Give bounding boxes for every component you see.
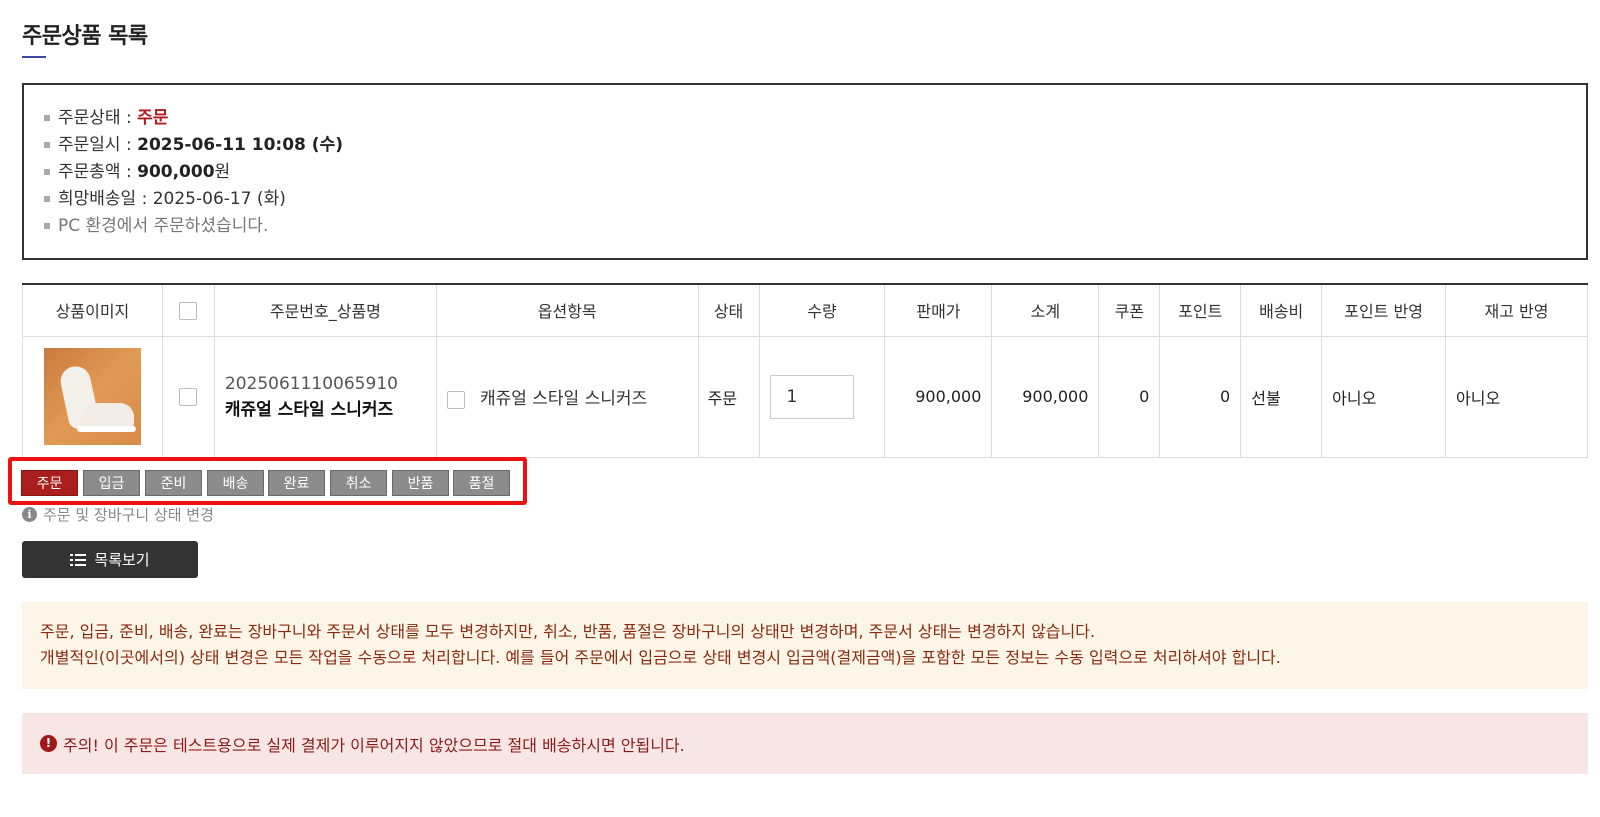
title-underline: [22, 56, 46, 58]
order-total-value: 900,000: [137, 162, 215, 182]
order-env-note: PC 환경에서 주문하셨습니다.: [42, 213, 1568, 240]
status-cell: 주문: [697, 335, 760, 458]
delivery-date-line: 희망배송일 : 2025-06-17 (화): [42, 186, 1568, 213]
table-row: 2025061110065910 캐쥬얼 스타일 스니커즈 캐쥬얼 스타일 스니…: [22, 335, 1588, 458]
hint-text: 주문 및 장바구니 상태 변경: [43, 506, 214, 524]
option-checkbox[interactable]: [446, 390, 465, 409]
price-cell: 900,000: [884, 335, 993, 458]
status-button-return[interactable]: 반품: [392, 470, 449, 496]
header-quantity: 수량: [758, 284, 886, 337]
select-all-checkbox[interactable]: [179, 302, 198, 320]
status-button-order[interactable]: 주문: [21, 470, 78, 496]
warning-text: 주의! 이 주문은 테스트용으로 실제 결제가 이루어지지 않았으므로 절대 배…: [63, 735, 685, 755]
header-status: 상태: [697, 284, 760, 337]
status-button-shipping[interactable]: 배송: [207, 470, 264, 496]
header-coupon: 쿠폰: [1098, 284, 1161, 337]
option-label: 캐쥬얼 스타일 스니커즈: [479, 389, 648, 409]
warning-icon: !: [40, 735, 57, 752]
status-button-payment[interactable]: 입금: [83, 470, 140, 496]
point-cell: 0: [1159, 335, 1242, 458]
order-date-value: 2025-06-11 10:08 (수): [137, 135, 343, 155]
list-view-button[interactable]: 목록보기: [22, 541, 198, 578]
row-select-cell: [161, 335, 215, 458]
header-shipping: 배송비: [1240, 284, 1323, 337]
option-cell: 캐쥬얼 스타일 스니커즈: [435, 335, 699, 458]
header-image: 상품이미지: [22, 284, 163, 337]
shipping-cell: 선불: [1240, 335, 1323, 458]
coupon-cell: 0: [1098, 335, 1161, 458]
product-name[interactable]: 캐쥬얼 스타일 스니커즈: [225, 397, 436, 423]
order-product-cell: 2025061110065910 캐쥬얼 스타일 스니커즈: [213, 335, 437, 458]
quantity-cell: [758, 335, 886, 458]
list-icon: [70, 553, 87, 566]
status-button-prepare[interactable]: 준비: [145, 470, 202, 496]
header-order-product: 주문번호_상품명: [213, 284, 437, 337]
row-checkbox[interactable]: [179, 388, 198, 407]
header-option: 옵션항목: [435, 284, 699, 337]
notice-line-2: 개별적인(이곳에서의) 상태 변경은 모든 작업을 수동으로 처리합니다. 예를…: [40, 648, 1281, 667]
subtotal-cell: 900,000: [991, 335, 1100, 458]
status-button-group: 주문 입금 준비 배송 완료 취소 반품 품절: [8, 457, 527, 505]
order-summary: 주문상태 : 주문 주문일시 : 2025-06-11 10:08 (수) 주문…: [22, 83, 1588, 260]
table-header-row: 상품이미지 주문번호_상품명 옵션항목 상태 수량 판매가 소계 쿠폰 포인트 …: [22, 284, 1588, 337]
header-subtotal: 소계: [991, 284, 1100, 337]
point-applied-cell: 아니오: [1321, 335, 1447, 458]
order-total-line: 주문총액 : 900,000원: [42, 159, 1568, 186]
quantity-input[interactable]: [769, 374, 854, 419]
list-view-label: 목록보기: [94, 551, 150, 569]
header-point-applied: 포인트 반영: [1321, 284, 1447, 337]
product-image-cell: [22, 335, 163, 458]
status-button-soldout[interactable]: 품절: [453, 470, 510, 496]
status-button-complete[interactable]: 완료: [268, 470, 325, 496]
info-icon: i: [22, 507, 37, 522]
order-items-table: 상품이미지 주문번호_상품명 옵션항목 상태 수량 판매가 소계 쿠폰 포인트 …: [22, 283, 1588, 458]
header-stock-applied: 재고 반영: [1445, 284, 1588, 337]
product-image[interactable]: [43, 348, 141, 445]
order-number: 2025061110065910: [224, 373, 398, 394]
order-date-line: 주문일시 : 2025-06-11 10:08 (수): [42, 132, 1568, 159]
order-status-value: 주문: [137, 108, 169, 128]
order-status-line: 주문상태 : 주문: [42, 105, 1568, 132]
status-notice: 주문, 입금, 준비, 배송, 완료는 장바구니와 주문서 상태를 모두 변경하…: [22, 602, 1588, 689]
status-change-hint: i 주문 및 장바구니 상태 변경: [22, 504, 214, 525]
page-title: 주문상품 목록: [22, 24, 148, 49]
stock-applied-cell: 아니오: [1445, 335, 1588, 458]
status-button-cancel[interactable]: 취소: [330, 470, 387, 496]
header-point: 포인트: [1159, 284, 1242, 337]
header-select-all: [161, 284, 215, 337]
test-order-warning: ! 주의! 이 주문은 테스트용으로 실제 결제가 이루어지지 않았으므로 절대…: [22, 713, 1588, 774]
header-price: 판매가: [884, 284, 993, 337]
notice-line-1: 주문, 입금, 준비, 배송, 완료는 장바구니와 주문서 상태를 모두 변경하…: [40, 622, 1096, 641]
